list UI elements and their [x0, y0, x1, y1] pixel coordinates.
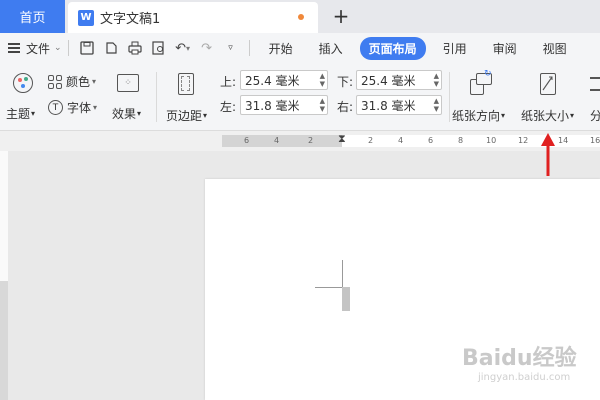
vertical-ruler-top — [0, 151, 8, 281]
bottom-margin-field[interactable]: 25.4 毫米 ▲ ▼ — [356, 70, 442, 90]
spinner-icon[interactable]: ▲ ▼ — [434, 97, 439, 113]
margins-button[interactable]: 页边距 ▾ — [162, 71, 210, 123]
ruler-tick: 4 — [274, 136, 280, 145]
ruler-tick: 8 — [458, 136, 464, 145]
menu-divider-2 — [248, 40, 250, 56]
margins-icon — [178, 73, 194, 95]
hamburger-icon — [8, 43, 20, 53]
orientation-icon: ↻ — [470, 69, 492, 95]
margin-corner-mark-vertical — [342, 260, 343, 287]
columns-label: 分 — [590, 109, 600, 123]
wps-writer-window: 首页 W 文字文稿1 + 文件 ⌄ ↶ ▾ ↷ ▿ 开始 插入 页面布局 引用 … — [0, 0, 600, 400]
ruler-tick: 12 — [518, 136, 529, 145]
effects-icon: ⁘ — [117, 74, 139, 92]
print-icon[interactable] — [126, 39, 144, 57]
undo-icon[interactable]: ↶ ▾ — [174, 39, 192, 57]
ruler-tick: 2 — [368, 136, 374, 145]
ruler-tick: 2 — [308, 136, 314, 145]
page-layout-ribbon: 主题 ▾ 颜色 ▾ T 字体 ▾ ⁘ 效果 ▾ 页边距 ▾ 上: 25.4 毫米… — [0, 63, 600, 131]
export-icon[interactable] — [102, 39, 120, 57]
color-button[interactable]: 颜色 ▾ — [48, 73, 96, 90]
ruler-tick: 10 — [486, 136, 497, 145]
vertical-ruler[interactable] — [0, 151, 8, 400]
tab-view[interactable]: 视图 — [534, 37, 576, 60]
tab-references[interactable]: 引用 — [434, 37, 476, 60]
effects-label: 效果 ▾ — [112, 107, 142, 121]
font-button[interactable]: T 字体 ▾ — [48, 99, 97, 116]
spinner-icon[interactable]: ▲ ▼ — [434, 72, 439, 88]
top-margin-field[interactable]: 25.4 毫米 ▲ ▼ — [240, 70, 328, 90]
horizontal-ruler[interactable]: 6 4 2 ⧗ 2 4 6 8 10 12 14 16 — [0, 131, 600, 151]
paper-size-button[interactable]: 纸张大小 ▾ — [518, 71, 580, 123]
home-tab[interactable]: 首页 — [0, 0, 65, 33]
effects-button[interactable]: ⁘ 效果 ▾ — [110, 71, 150, 123]
top-margin-label: 上: — [220, 75, 237, 89]
spinner-icon[interactable]: ▲ ▼ — [320, 72, 325, 88]
ruler-tick: 16 — [590, 136, 600, 145]
spinner-icon[interactable]: ▲ ▼ — [320, 97, 325, 113]
vertical-ruler-body — [0, 281, 8, 400]
left-margin-field[interactable]: 31.8 毫米 ▲ ▼ — [240, 95, 328, 115]
color-palette-icon — [48, 74, 62, 89]
ruler-tick: 14 — [558, 136, 569, 145]
paper-size-icon — [540, 73, 556, 95]
tab-start[interactable]: 开始 — [260, 37, 302, 60]
document-title: 文字文稿1 — [100, 12, 161, 27]
baidu-watermark-url: jingyan.baidu.com — [478, 372, 571, 383]
theme-button[interactable]: 主题 ▾ — [4, 71, 42, 123]
tab-insert[interactable]: 插入 — [310, 37, 352, 60]
theme-icon — [13, 73, 33, 93]
file-menu-label: 文件 — [26, 41, 51, 56]
color-label: 颜色 — [66, 75, 91, 89]
ruler-tick: 6 — [244, 136, 250, 145]
new-tab-button[interactable]: + — [330, 4, 352, 28]
margins-label: 页边距 ▾ — [166, 109, 208, 123]
tab-review[interactable]: 审阅 — [484, 37, 526, 60]
file-menu[interactable]: 文件 ⌄ — [8, 40, 62, 57]
bottom-margin-label: 下: — [337, 75, 354, 89]
columns-button[interactable]: 分 — [588, 71, 600, 123]
left-margin-label: 左: — [220, 100, 237, 114]
ruler-tick: 4 — [398, 136, 404, 145]
indent-marker-icon[interactable]: ⧗ — [338, 132, 346, 146]
font-icon: T — [48, 100, 63, 115]
customize-toolbar-icon[interactable]: ▿ — [222, 39, 240, 57]
menu-divider — [67, 40, 69, 56]
print-preview-icon[interactable] — [150, 39, 168, 57]
menu-bar: 文件 ⌄ ↶ ▾ ↷ ▿ 开始 插入 页面布局 引用 审阅 视图 — [0, 33, 600, 63]
title-tab-bar: 首页 W 文字文稿1 + — [0, 0, 600, 33]
tab-page-layout[interactable]: 页面布局 — [359, 36, 426, 60]
right-margin-field[interactable]: 31.8 毫米 ▲ ▼ — [356, 95, 442, 115]
orientation-button[interactable]: ↻ 纸张方向 ▾ — [450, 69, 512, 123]
home-tab-label: 首页 — [19, 11, 46, 26]
paper-size-label: 纸张大小 ▾ — [521, 109, 575, 123]
right-margin-label: 右: — [337, 100, 354, 114]
red-arrow-annotation — [541, 133, 555, 176]
columns-icon — [590, 77, 600, 91]
font-label: 字体 — [67, 101, 92, 115]
margin-corner-mark — [315, 287, 342, 288]
writer-doc-icon: W — [78, 9, 94, 26]
save-icon[interactable] — [78, 39, 96, 57]
ribbon-divider-1 — [156, 72, 157, 122]
redo-icon[interactable]: ↷ — [198, 39, 216, 57]
document-tab[interactable]: W 文字文稿1 — [68, 2, 318, 33]
unsaved-dot-icon — [298, 14, 304, 20]
theme-label: 主题 ▾ — [6, 107, 36, 121]
chevron-down-icon: ⌄ — [54, 43, 62, 53]
orientation-label: 纸张方向 ▾ — [452, 109, 506, 123]
ruler-tick: 6 — [428, 136, 434, 145]
baidu-watermark-logo: Baidu经验 — [462, 346, 577, 371]
text-cursor — [342, 287, 350, 311]
ruler-margin-area — [222, 135, 342, 147]
